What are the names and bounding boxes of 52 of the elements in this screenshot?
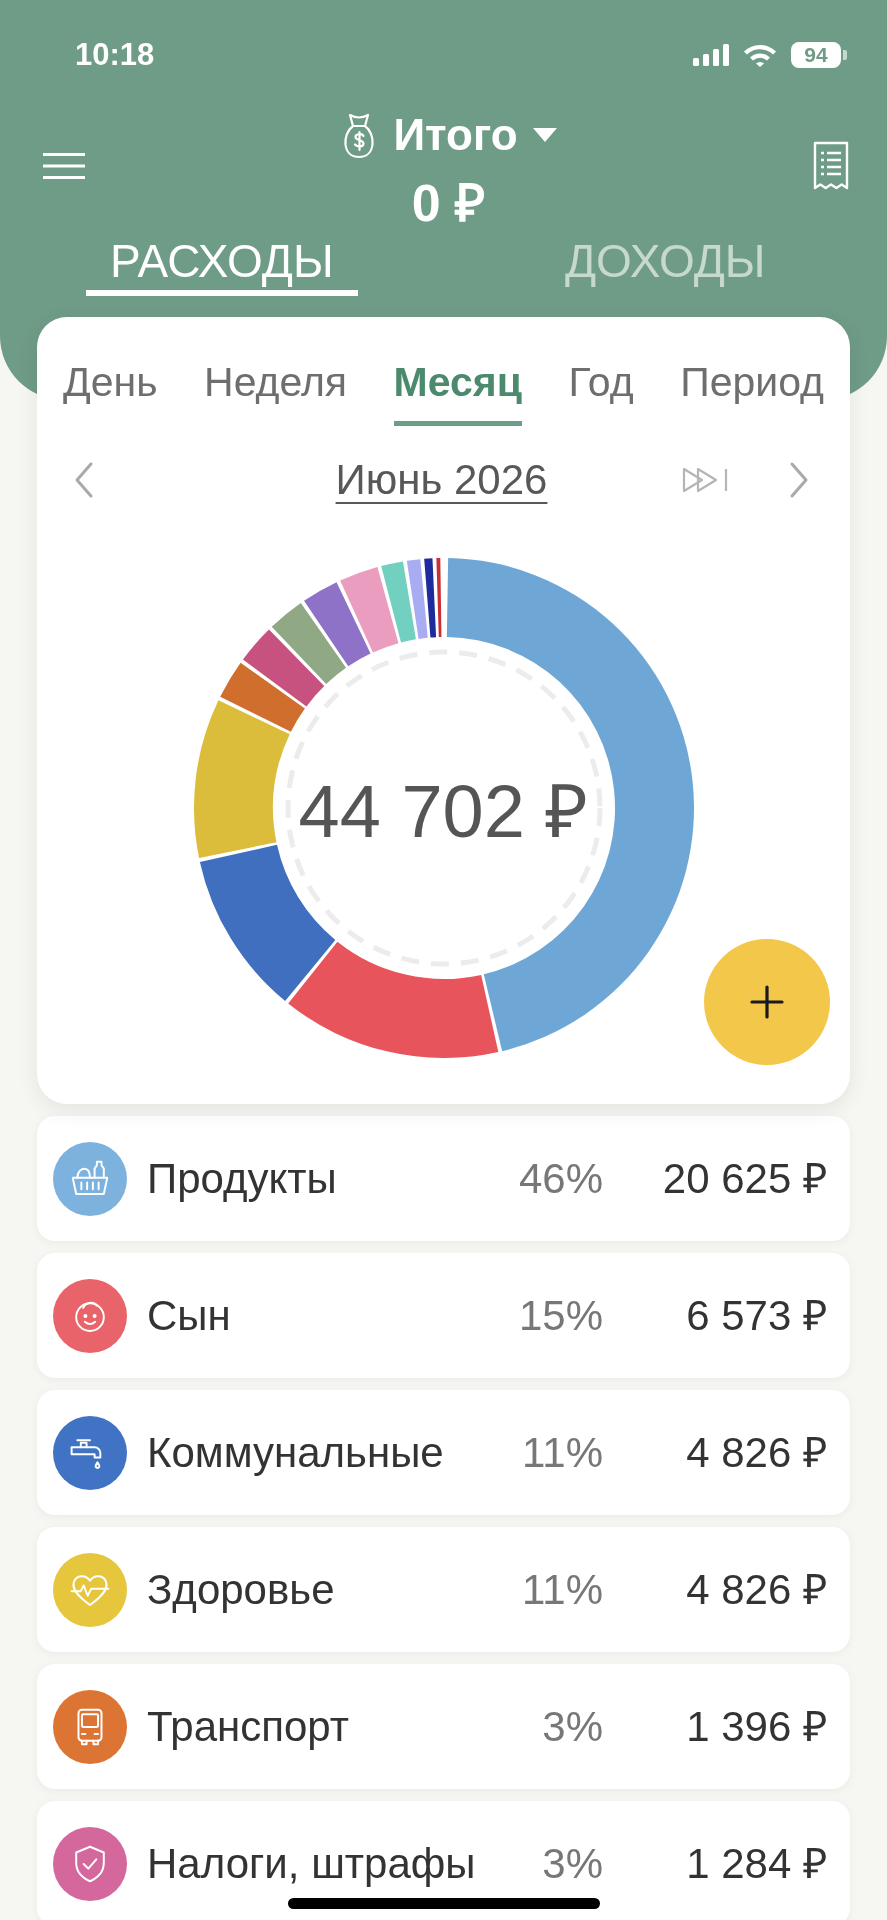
category-percent: 3% — [542, 1704, 603, 1749]
category-amount: 1 396 ₽ — [686, 1704, 827, 1749]
donut-slice[interactable] — [406, 559, 428, 639]
category-amount: 6 573 ₽ — [686, 1293, 827, 1338]
battery-cap-icon — [843, 50, 847, 60]
category-name: Продукты — [147, 1156, 337, 1201]
battery-level: 94 — [791, 42, 841, 68]
wifi-icon — [743, 43, 777, 67]
period-tab[interactable]: Месяц — [393, 357, 522, 426]
donut-slice[interactable] — [193, 700, 290, 859]
receipt-icon[interactable] — [812, 140, 850, 191]
caret-icon — [531, 127, 558, 143]
donut-slice[interactable] — [435, 558, 441, 638]
category-percent: 11% — [522, 1430, 603, 1475]
category-row[interactable]: Налоги, штрафы 3% 1 284 ₽ — [37, 1801, 850, 1920]
chevron-left-icon[interactable] — [73, 461, 95, 499]
period-tab[interactable]: Неделя — [204, 357, 348, 426]
category-row[interactable]: Коммунальные 11% 4 826 ₽ — [37, 1390, 850, 1515]
skip-forward-icon[interactable] — [682, 465, 730, 495]
type-tab[interactable]: РАСХОДЫ — [85, 236, 358, 296]
period-tab[interactable]: День — [63, 357, 158, 426]
category-name: Транспорт — [147, 1704, 349, 1749]
category-amount: 4 826 ₽ — [686, 1567, 827, 1612]
category-row[interactable]: Сын 15% 6 573 ₽ — [37, 1253, 850, 1378]
category-row[interactable]: Транспорт 3% 1 396 ₽ — [37, 1664, 850, 1789]
period-tab[interactable]: Год — [568, 357, 634, 426]
category-name: Сын — [147, 1293, 231, 1338]
signal-icon — [693, 44, 729, 66]
plus-icon — [750, 985, 784, 1019]
donut-slice[interactable] — [423, 558, 436, 638]
balance-amount: 0 ₽ — [411, 175, 486, 231]
account-selector[interactable]: Итого — [339, 105, 558, 165]
donut-slice[interactable] — [199, 844, 335, 1002]
category-percent: 11% — [522, 1567, 603, 1612]
category-amount: 20 625 ₽ — [662, 1156, 827, 1201]
menu-icon[interactable] — [43, 151, 85, 180]
chart-total-amount: 44 702 ₽ — [298, 768, 589, 855]
category-percent: 15% — [518, 1293, 603, 1338]
category-percent: 3% — [542, 1841, 603, 1886]
period-tab[interactable]: Период — [680, 357, 824, 426]
category-name: Здоровье — [147, 1567, 335, 1612]
month-picker[interactable]: Июнь 2026 — [335, 456, 548, 504]
chevron-right-icon[interactable] — [788, 461, 810, 499]
category-name: Налоги, штрафы — [147, 1841, 476, 1886]
donut-slice[interactable] — [287, 941, 498, 1058]
category-name: Коммунальные — [147, 1430, 444, 1475]
status-time: 10:18 — [75, 37, 155, 73]
category-percent: 46% — [518, 1156, 603, 1201]
category-amount: 4 826 ₽ — [686, 1430, 827, 1475]
category-amount: 1 284 ₽ — [686, 1841, 827, 1886]
category-row[interactable]: Продукты 46% 20 625 ₽ — [37, 1116, 850, 1241]
category-row[interactable]: Здоровье 11% 4 826 ₽ — [37, 1527, 850, 1652]
